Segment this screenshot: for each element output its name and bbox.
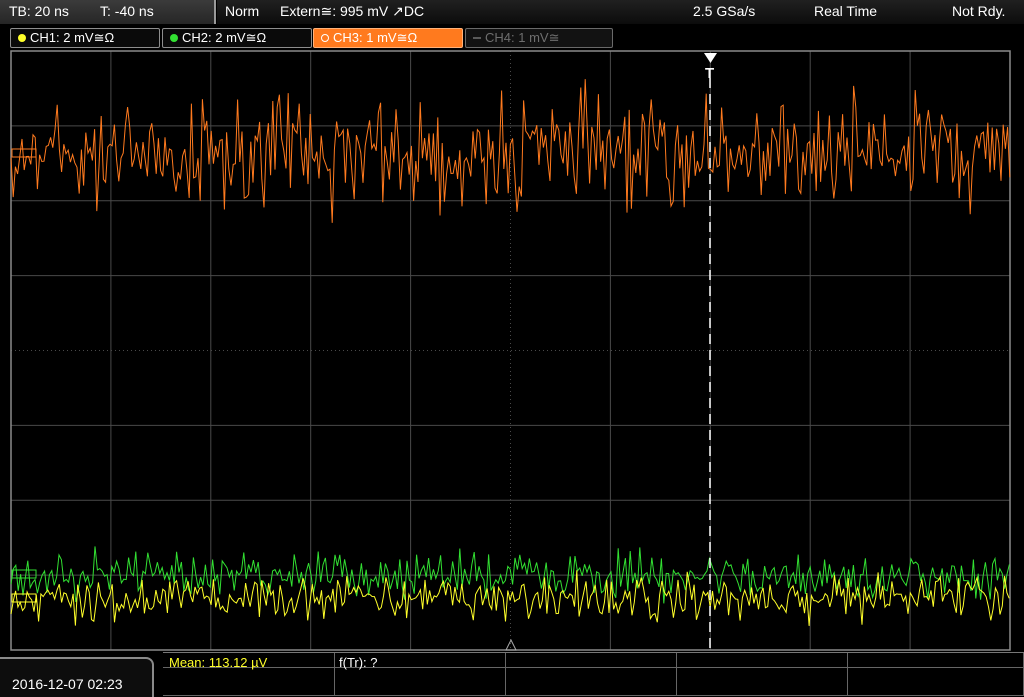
mean-measurement: Mean: 113.12 µV: [169, 655, 268, 670]
channel-3-indicator-icon: [321, 34, 329, 42]
datetime-box: 2016-12-07 02:23: [0, 657, 154, 697]
measurement-cell: [676, 653, 848, 668]
channel-4-label: CH4: 1 mV≅: [485, 30, 560, 45]
measurement-cell: [847, 653, 1024, 668]
horizontal-settings-box[interactable]: TB: 20 ns T: -40 ns: [0, 0, 216, 24]
measurement-cell: [334, 667, 506, 696]
measurement-cell: [676, 667, 848, 696]
graticule: [10, 50, 1011, 651]
waveform-display[interactable]: T: [0, 48, 1024, 653]
channel-4-indicator-icon: [473, 37, 481, 39]
graticule-border: [10, 50, 1011, 651]
trigger-state-label: Not Rdy.: [952, 3, 1006, 19]
center-marker-icon: [505, 638, 517, 651]
trigger-offset-label: T: -40 ns: [100, 3, 154, 19]
trigger-marker-label: T: [705, 65, 714, 82]
measurement-table[interactable]: Mean: 113.12 µV f(Tr): ?: [163, 652, 1024, 696]
channel-2-offset-marker[interactable]: [11, 569, 37, 579]
channel-1-trace: [10, 570, 1010, 626]
measurement-cell: [505, 653, 677, 668]
timebase-label: TB: 20 ns: [9, 3, 69, 19]
channel-3-button[interactable]: CH3: 1 mV≅Ω: [313, 28, 463, 48]
measurement-cell: [163, 667, 335, 696]
channel-1-button[interactable]: CH1: 2 mV≅Ω: [10, 28, 160, 48]
channel-1-offset-marker[interactable]: [11, 593, 37, 603]
measurement-cell: [847, 667, 1024, 696]
measurement-cell: [505, 667, 677, 696]
frequency-measurement: f(Tr): ?: [339, 655, 378, 670]
status-bar: TB: 20 ns T: -40 ns Norm Extern≅: 995 mV…: [0, 0, 1024, 24]
trigger-mode-label: Norm: [225, 3, 260, 19]
trigger-source-label: Extern≅: 995 mV ↗DC: [280, 3, 425, 19]
channel-2-indicator-icon: [170, 34, 178, 42]
channel-2-button[interactable]: CH2: 2 mV≅Ω: [162, 28, 312, 48]
datetime-label: 2016-12-07 02:23: [12, 676, 123, 692]
sample-rate-label: 2.5 GSa/s: [693, 3, 756, 19]
channel-1-label: CH1: 2 mV≅Ω: [30, 30, 115, 45]
channel-3-label: CH3: 1 mV≅Ω: [333, 30, 418, 45]
channel-4-button[interactable]: CH4: 1 mV≅: [465, 28, 613, 48]
trigger-position-icon[interactable]: [704, 53, 717, 63]
channel-1-indicator-icon: [18, 34, 26, 42]
channel-2-label: CH2: 2 mV≅Ω: [182, 30, 267, 45]
acquisition-status-row[interactable]: Norm Extern≅: 995 mV ↗DC 2.5 GSa/s Real …: [217, 0, 1024, 24]
channel-3-offset-marker[interactable]: [11, 148, 37, 158]
acquisition-mode-label: Real Time: [814, 3, 878, 19]
